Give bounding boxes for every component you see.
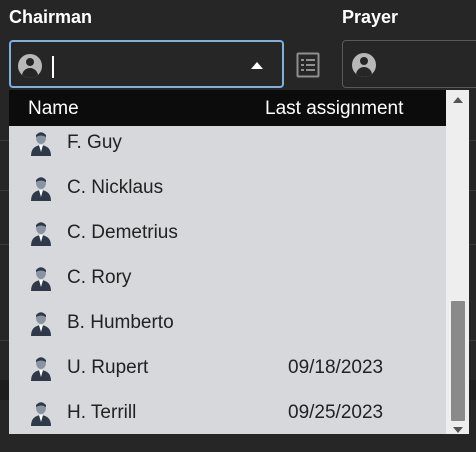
row-last-assignment: 09/25/2023	[288, 402, 384, 423]
dropdown-arrow-up-icon[interactable]	[251, 62, 263, 69]
person-avatar-icon	[31, 267, 51, 291]
list-item[interactable]: H. Terrill 09/25/2023	[9, 390, 446, 434]
person-avatar-icon	[31, 312, 51, 336]
list-item[interactable]: C. Nicklaus	[9, 165, 446, 210]
person-avatar-icon	[31, 177, 51, 201]
list-item[interactable]: F. Guy	[9, 120, 446, 165]
person-avatar-icon	[31, 222, 51, 246]
chairman-input[interactable]	[9, 40, 284, 88]
person-avatar-icon	[31, 402, 51, 426]
row-name: C. Rory	[67, 267, 132, 288]
row-name: H. Terrill	[67, 402, 137, 423]
prayer-input[interactable]	[342, 40, 476, 88]
column-header-name: Name	[28, 98, 79, 119]
prayer-label: Prayer	[342, 7, 399, 27]
list-item[interactable]: U. Rupert 09/18/2023	[9, 345, 446, 390]
list-item[interactable]: B. Humberto	[9, 300, 446, 345]
column-header-last-assignment: Last assignment	[265, 98, 404, 119]
text-cursor	[52, 56, 54, 78]
list-item[interactable]: C. Demetrius	[9, 210, 446, 255]
list-view-icon[interactable]	[293, 50, 323, 80]
row-name: B. Humberto	[67, 312, 174, 333]
list-item[interactable]: C. Rory	[9, 255, 446, 300]
row-name: C. Demetrius	[67, 222, 178, 243]
person-avatar-icon	[31, 132, 51, 156]
person-circle-icon	[352, 53, 376, 77]
chairman-dropdown-list[interactable]: Name Last assignment F. Guy C. Nicklaus	[9, 90, 469, 434]
scroll-down-arrow-icon[interactable]	[453, 427, 463, 433]
chairman-label: Chairman	[9, 7, 93, 27]
scroll-up-arrow-icon[interactable]	[453, 97, 463, 103]
dropdown-scrollbar[interactable]	[446, 90, 469, 434]
row-name: F. Guy	[67, 132, 122, 153]
scrollbar-thumb[interactable]	[451, 301, 465, 421]
row-name: U. Rupert	[67, 357, 149, 378]
person-circle-icon	[18, 54, 42, 78]
person-avatar-icon	[31, 357, 51, 381]
row-last-assignment: 09/18/2023	[288, 357, 384, 378]
row-name: C. Nicklaus	[67, 177, 164, 198]
